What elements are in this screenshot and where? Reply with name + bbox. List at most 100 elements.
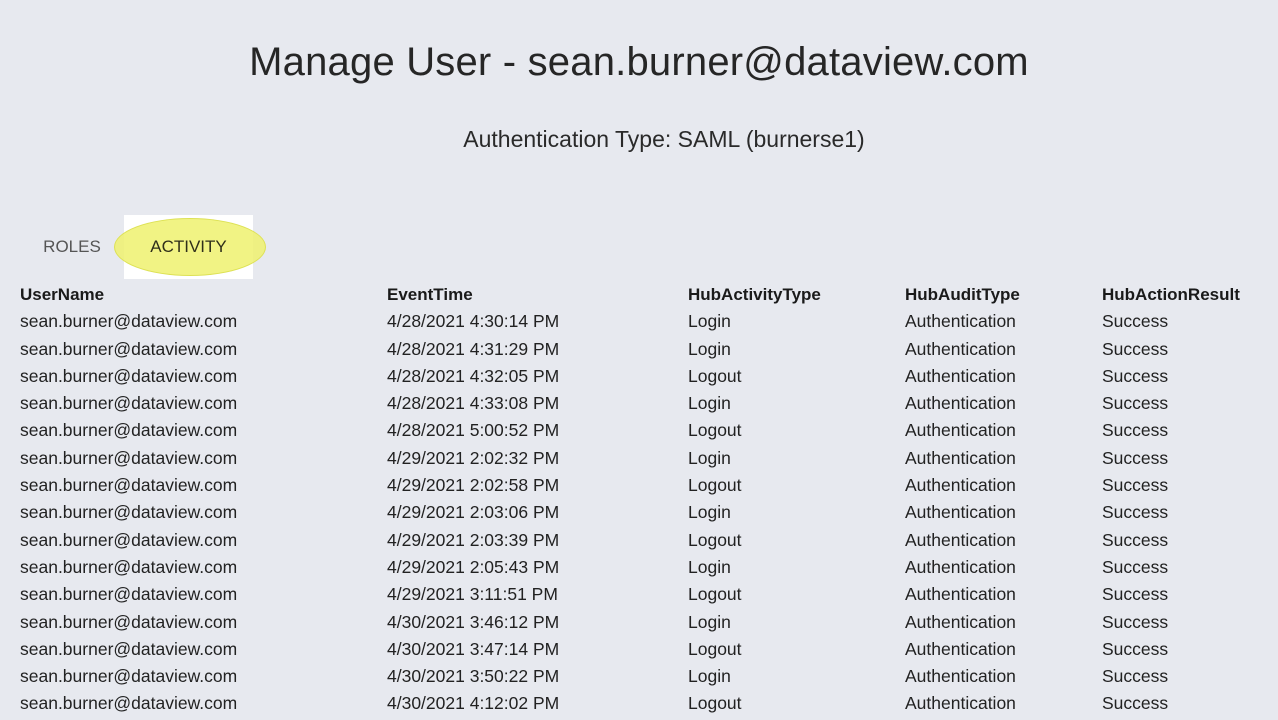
cell-username: sean.burner@dataview.com [20, 420, 238, 441]
cell-username: sean.burner@dataview.com [20, 502, 238, 523]
cell-eventtime: 4/28/2021 4:33:08 PM [387, 393, 560, 414]
table-row[interactable]: sean.burner@dataview.com 4/28/2021 4:33:0… [20, 390, 1270, 417]
cell-username: sean.burner@dataview.com [20, 311, 238, 332]
column-header-hubactivitytype[interactable]: HubActivityType [688, 281, 821, 308]
cell-actionresult: Success [1102, 584, 1169, 605]
cell-audittype: Authentication [905, 529, 1016, 550]
cell-audittype: Authentication [905, 365, 1016, 386]
table-row[interactable]: sean.burner@dataview.com 4/29/2021 2:05:4… [20, 554, 1270, 581]
cell-actionresult: Success [1102, 556, 1169, 577]
cell-actionresult: Success [1102, 666, 1169, 687]
cell-audittype: Authentication [905, 638, 1016, 659]
cell-audittype: Authentication [905, 338, 1016, 359]
table-row[interactable]: sean.burner@dataview.com 4/29/2021 2:03:0… [20, 499, 1270, 526]
page-title: Manage User - sean.burner@dataview.com [249, 40, 1029, 84]
cell-activitytype: Login [688, 556, 731, 577]
activity-table: UserName EventTime HubActivityType HubAu… [20, 281, 1270, 718]
cell-eventtime: 4/29/2021 2:02:58 PM [387, 475, 560, 496]
cell-actionresult: Success [1102, 693, 1169, 714]
cell-username: sean.burner@dataview.com [20, 475, 238, 496]
column-header-username[interactable]: UserName [20, 281, 104, 308]
cell-eventtime: 4/30/2021 4:12:02 PM [387, 693, 560, 714]
cell-activitytype: Logout [688, 365, 742, 386]
table-row[interactable]: sean.burner@dataview.com 4/28/2021 5:00:5… [20, 417, 1270, 444]
cell-activitytype: Login [688, 447, 731, 468]
cell-audittype: Authentication [905, 556, 1016, 577]
cell-username: sean.burner@dataview.com [20, 365, 238, 386]
tab-activity[interactable]: ACTIVITY [114, 215, 266, 279]
cell-actionresult: Success [1102, 447, 1169, 468]
cell-eventtime: 4/30/2021 3:50:22 PM [387, 666, 560, 687]
cell-eventtime: 4/29/2021 2:02:32 PM [387, 447, 560, 468]
cell-activitytype: Logout [688, 529, 742, 550]
cell-eventtime: 4/28/2021 4:31:29 PM [387, 338, 560, 359]
table-row[interactable]: sean.burner@dataview.com 4/29/2021 2:03:3… [20, 527, 1270, 554]
cell-eventtime: 4/28/2021 4:30:14 PM [387, 311, 560, 332]
cell-eventtime: 4/29/2021 2:03:39 PM [387, 529, 560, 550]
column-header-hubaudittype[interactable]: HubAuditType [905, 281, 1020, 308]
table-row[interactable]: sean.burner@dataview.com 4/30/2021 3:50:2… [20, 663, 1270, 690]
cell-eventtime: 4/30/2021 3:46:12 PM [387, 611, 560, 632]
cell-username: sean.burner@dataview.com [20, 693, 238, 714]
table-row[interactable]: sean.burner@dataview.com 4/29/2021 2:02:5… [20, 472, 1270, 499]
cell-activitytype: Logout [688, 475, 742, 496]
cell-actionresult: Success [1102, 311, 1169, 332]
cell-eventtime: 4/30/2021 3:47:14 PM [387, 638, 560, 659]
cell-audittype: Authentication [905, 502, 1016, 523]
cell-activitytype: Login [688, 611, 731, 632]
table-row[interactable]: sean.burner@dataview.com 4/28/2021 4:31:2… [20, 336, 1270, 363]
cell-actionresult: Success [1102, 638, 1169, 659]
cell-audittype: Authentication [905, 420, 1016, 441]
cell-username: sean.burner@dataview.com [20, 666, 238, 687]
cell-activitytype: Logout [688, 420, 742, 441]
cell-activitytype: Logout [688, 693, 742, 714]
table-row[interactable]: sean.burner@dataview.com 4/29/2021 3:11:5… [20, 581, 1270, 608]
cell-actionresult: Success [1102, 365, 1169, 386]
tab-roles[interactable]: ROLES [20, 215, 124, 279]
cell-activitytype: Logout [688, 584, 742, 605]
cell-username: sean.burner@dataview.com [20, 584, 238, 605]
cell-username: sean.burner@dataview.com [20, 611, 238, 632]
cell-username: sean.burner@dataview.com [20, 393, 238, 414]
cell-audittype: Authentication [905, 611, 1016, 632]
cell-actionresult: Success [1102, 611, 1169, 632]
cell-audittype: Authentication [905, 447, 1016, 468]
cell-audittype: Authentication [905, 311, 1016, 332]
table-row[interactable]: sean.burner@dataview.com 4/30/2021 3:46:1… [20, 609, 1270, 636]
cell-username: sean.burner@dataview.com [20, 338, 238, 359]
cell-activitytype: Login [688, 393, 731, 414]
cell-activitytype: Login [688, 666, 731, 687]
cell-actionresult: Success [1102, 502, 1169, 523]
cell-audittype: Authentication [905, 666, 1016, 687]
cell-eventtime: 4/28/2021 4:32:05 PM [387, 365, 560, 386]
cell-actionresult: Success [1102, 338, 1169, 359]
cell-actionresult: Success [1102, 393, 1169, 414]
authentication-type: Authentication Type: SAML (burnerse1) [463, 126, 865, 152]
cell-activitytype: Logout [688, 638, 742, 659]
cell-username: sean.burner@dataview.com [20, 638, 238, 659]
column-header-hubactionresult[interactable]: HubActionResult [1102, 281, 1240, 308]
cell-username: sean.burner@dataview.com [20, 529, 238, 550]
cell-actionresult: Success [1102, 475, 1169, 496]
table-header-row: UserName EventTime HubActivityType HubAu… [20, 281, 1270, 308]
cell-username: sean.burner@dataview.com [20, 556, 238, 577]
cell-audittype: Authentication [905, 393, 1016, 414]
cell-activitytype: Login [688, 311, 731, 332]
cell-eventtime: 4/29/2021 2:03:06 PM [387, 502, 560, 523]
table-row[interactable]: sean.burner@dataview.com 4/29/2021 2:02:3… [20, 445, 1270, 472]
tab-activity-label: ACTIVITY [150, 237, 227, 256]
table-row[interactable]: sean.burner@dataview.com 4/28/2021 4:32:0… [20, 363, 1270, 390]
cell-audittype: Authentication [905, 475, 1016, 496]
table-row[interactable]: sean.burner@dataview.com 4/28/2021 4:30:1… [20, 308, 1270, 335]
cell-actionresult: Success [1102, 529, 1169, 550]
table-row[interactable]: sean.burner@dataview.com 4/30/2021 3:47:1… [20, 636, 1270, 663]
cell-activitytype: Login [688, 338, 731, 359]
cell-audittype: Authentication [905, 693, 1016, 714]
column-header-eventtime[interactable]: EventTime [387, 281, 473, 308]
cell-actionresult: Success [1102, 420, 1169, 441]
table-body: sean.burner@dataview.com 4/28/2021 4:30:1… [20, 308, 1270, 717]
cell-eventtime: 4/29/2021 2:05:43 PM [387, 556, 560, 577]
cell-activitytype: Login [688, 502, 731, 523]
table-row[interactable]: sean.burner@dataview.com 4/30/2021 4:12:0… [20, 690, 1270, 717]
cell-audittype: Authentication [905, 584, 1016, 605]
